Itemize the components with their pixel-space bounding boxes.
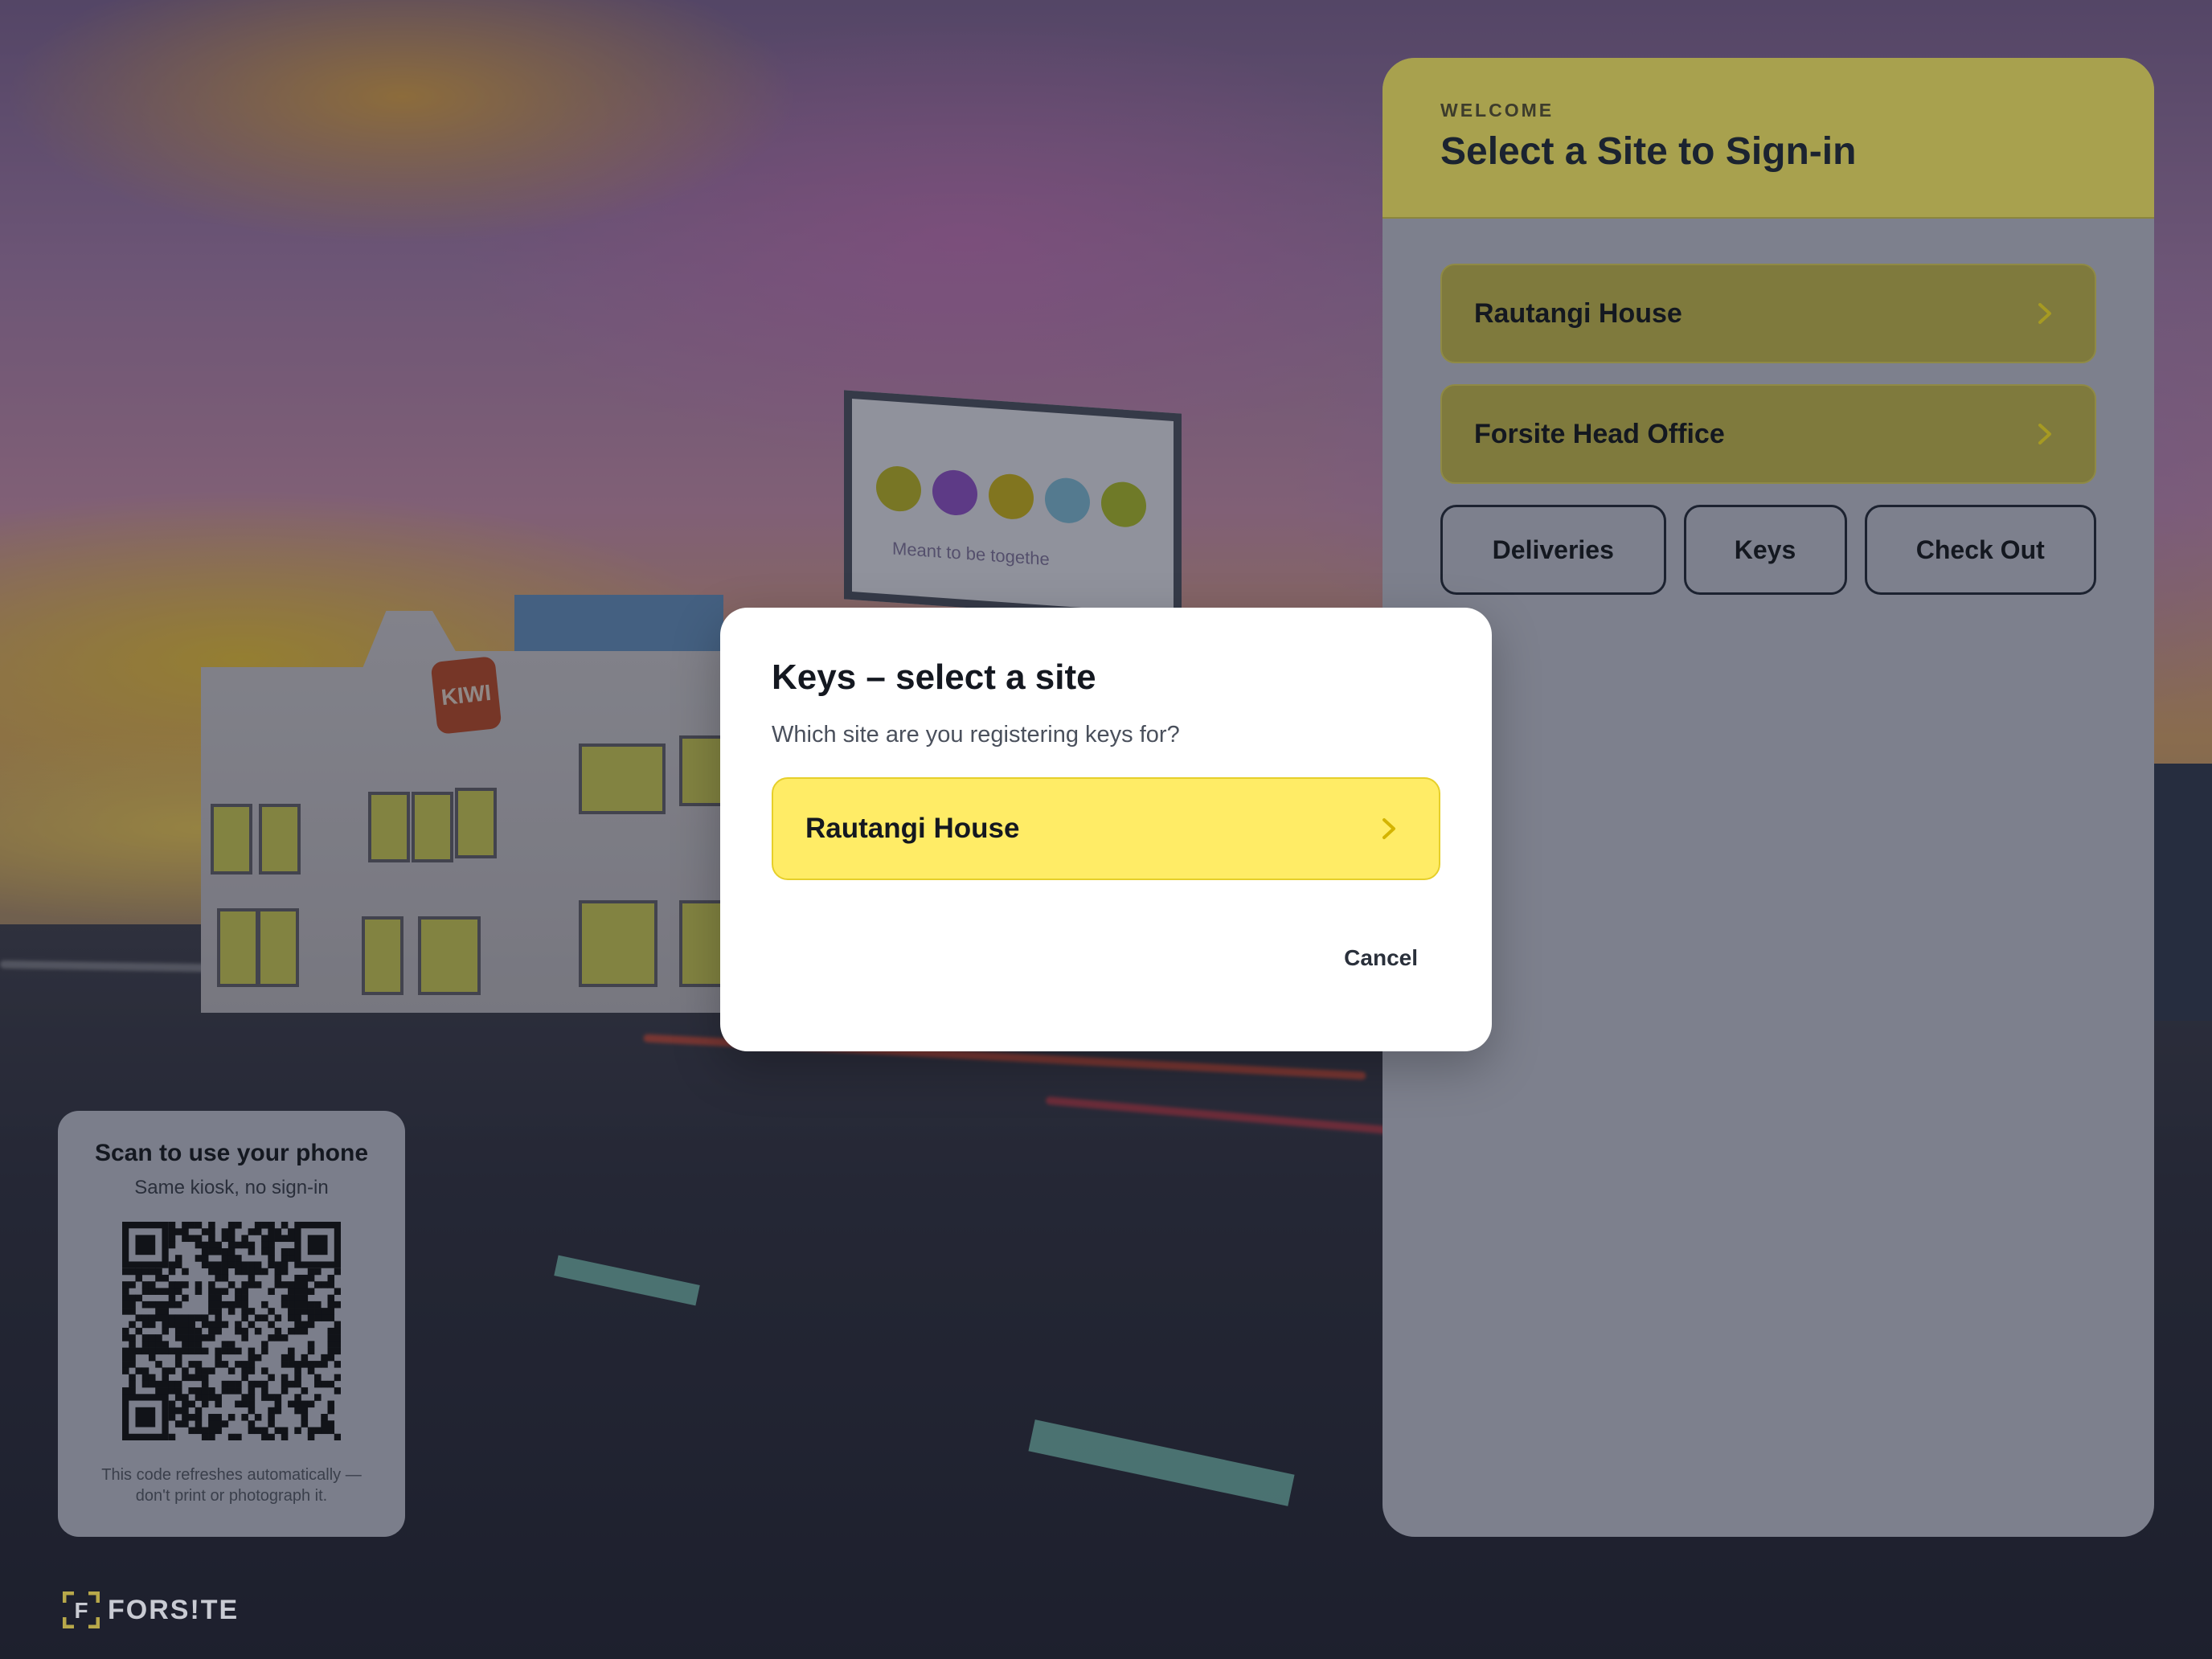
site-list: Rautangi House Forsite Head Office Deliv… xyxy=(1382,219,2154,595)
site-item-forsite-head-office[interactable]: Forsite Head Office xyxy=(1440,384,2096,484)
dialog-title: Keys – select a site xyxy=(772,657,1096,697)
svg-text:F: F xyxy=(74,1598,88,1623)
forsite-logo: F FORS!TE xyxy=(62,1591,240,1629)
deliveries-button[interactable]: Deliveries xyxy=(1440,505,1666,595)
qr-card: Scan to use your phone Same kiosk, no si… xyxy=(58,1111,405,1537)
chevron-right-icon xyxy=(2027,296,2062,331)
logo-text: FORS!TE xyxy=(108,1594,240,1625)
chevron-right-icon xyxy=(2027,416,2062,452)
site-item-rautangi-house[interactable]: Rautangi House xyxy=(1440,264,2096,363)
qr-code-icon xyxy=(122,1222,342,1441)
action-row: Deliveries Keys Check Out xyxy=(1440,505,2096,595)
dialog-site-option-rautangi-house[interactable]: Rautangi House xyxy=(772,777,1440,880)
qr-note: This code refreshes automatically — don'… xyxy=(101,1466,362,1505)
logo-mark-icon: F xyxy=(62,1591,100,1629)
panel-header: WELCOME Select a Site to Sign-in xyxy=(1382,58,2154,219)
keys-site-dialog: Keys – select a site Which site are you … xyxy=(720,608,1492,1051)
site-item-label: Rautangi House xyxy=(1474,297,1682,329)
keys-button[interactable]: Keys xyxy=(1683,505,1847,595)
site-item-label: Forsite Head Office xyxy=(1474,418,1725,449)
dialog-prompt: Which site are you registering keys for? xyxy=(772,722,1180,748)
site-selection-panel: WELCOME Select a Site to Sign-in Rautang… xyxy=(1382,58,2154,1537)
panel-title: Select a Site to Sign-in xyxy=(1440,130,1857,173)
check-out-button[interactable]: Check Out xyxy=(1864,505,2096,595)
welcome-eyebrow: WELCOME xyxy=(1440,100,1555,121)
qr-title: Scan to use your phone xyxy=(94,1140,369,1166)
qr-subtitle: Same kiosk, no sign-in xyxy=(134,1177,329,1198)
dialog-site-label: Rautangi House xyxy=(805,813,1020,844)
cancel-button[interactable]: Cancel xyxy=(1344,945,1418,971)
chevron-right-icon xyxy=(1371,811,1407,846)
